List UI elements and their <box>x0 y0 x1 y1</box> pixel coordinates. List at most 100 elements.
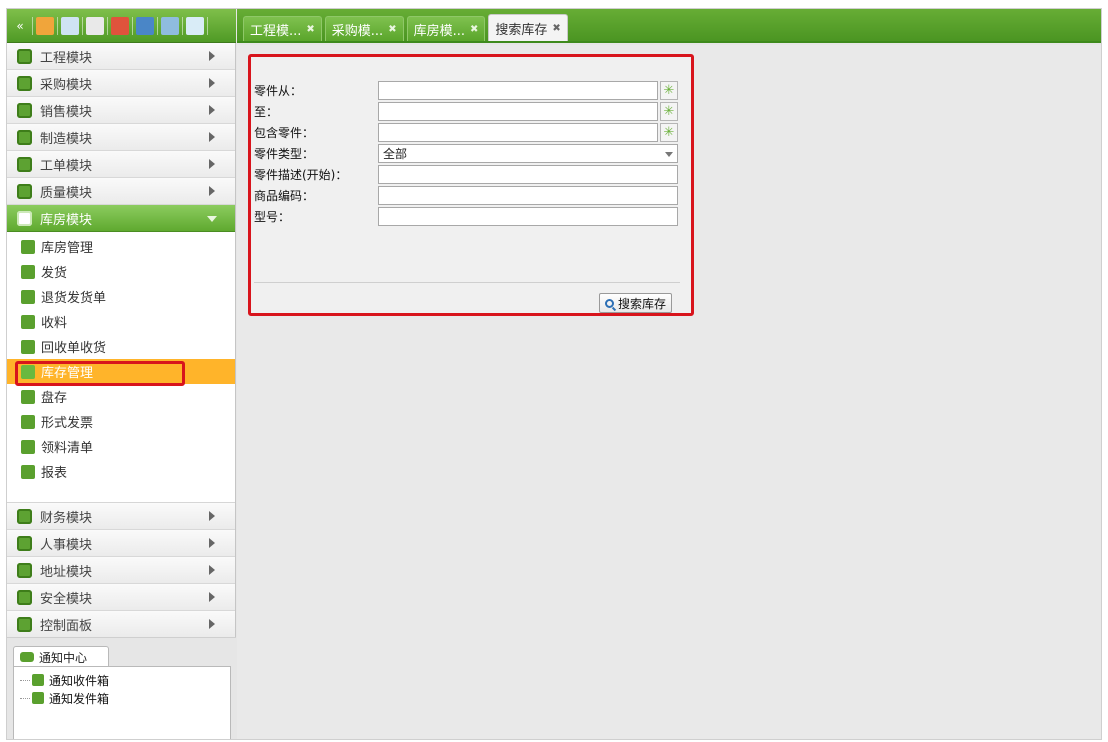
tree-item-inbox[interactable]: 通知收件箱 <box>20 671 224 689</box>
chevron-down-icon <box>665 151 673 157</box>
part-description-input[interactable] <box>378 164 678 184</box>
menu-item-recycle-receiving[interactable]: 回收单收货 <box>7 334 235 359</box>
module-security[interactable]: 安全模块 <box>7 584 235 611</box>
module-purchasing[interactable]: 采购模块 <box>7 70 235 97</box>
module-icon <box>17 102 32 118</box>
toolbar-separator <box>157 16 158 35</box>
tab-label: 工程模... <box>250 23 302 39</box>
app-window: « 工程模... ✖ 采购模... ✖ 库房模... ✖ 搜索库存 ✖ 工程模块… <box>6 8 1102 740</box>
home-icon[interactable] <box>186 16 204 35</box>
tree-item-outbox[interactable]: 通知发件箱 <box>20 689 224 707</box>
return-icon <box>21 289 35 304</box>
module-work-order[interactable]: 工单模块 <box>7 151 235 178</box>
contains-part-input[interactable] <box>378 122 658 142</box>
menu-item-stocktake[interactable]: 盘存 <box>7 384 235 409</box>
part-to-input[interactable] <box>378 101 658 121</box>
menu-item-picking-list[interactable]: 领料清单 <box>7 434 235 459</box>
quick-toolbar: « <box>7 9 236 43</box>
tree-connector <box>20 697 30 699</box>
menu-item-inventory-management[interactable]: 库存管理 <box>7 359 235 384</box>
picker-icon[interactable]: ✳ <box>660 101 678 121</box>
select-value: 全部 <box>383 146 408 161</box>
menu-item-label: 领料清单 <box>41 441 94 456</box>
module-manufacturing[interactable]: 制造模块 <box>7 124 235 151</box>
field-label: 至： <box>254 104 279 119</box>
module-hr[interactable]: 人事模块 <box>7 530 235 557</box>
notification-tree: 通知收件箱 通知发件箱 <box>13 666 231 739</box>
inventory-icon <box>21 364 35 379</box>
model-input[interactable] <box>378 206 678 226</box>
module-sales[interactable]: 销售模块 <box>7 97 235 124</box>
tree-connector <box>20 679 30 681</box>
toolbar-separator <box>107 16 108 35</box>
menu-item-receiving[interactable]: 收料 <box>7 309 235 334</box>
module-control-panel[interactable]: 控制面板 <box>7 611 235 638</box>
close-icon[interactable]: ✖ <box>552 23 560 34</box>
window-icon[interactable] <box>136 16 154 35</box>
shipping-icon <box>21 264 35 279</box>
toolbar-separator <box>207 16 208 35</box>
menu-item-label: 回收单收货 <box>41 341 107 356</box>
module-engineering[interactable]: 工程模块 <box>7 43 235 70</box>
module-quality[interactable]: 质量模块 <box>7 178 235 205</box>
tree-item-label: 通知发件箱 <box>49 691 110 706</box>
document-icon[interactable] <box>86 16 104 35</box>
sidebar: 工程模块 采购模块 销售模块 制造模块 工单模块 质量模块 库房模块 库房管理 … <box>7 43 236 739</box>
search-inventory-form: 零件从： ✳ 至： ✳ 包含零件： ✳ 零件类型： 全部 零件描述(开始)： 商… <box>248 54 694 316</box>
picker-icon[interactable]: ✳ <box>660 122 678 142</box>
menu-item-reports[interactable]: 报表 <box>7 459 235 484</box>
tab-purchasing[interactable]: 采购模... ✖ <box>324 16 404 41</box>
field-part-type: 零件类型： 全部 <box>254 143 678 163</box>
menu-item-label: 盘存 <box>41 391 68 406</box>
menu-item-label: 库存管理 <box>41 366 94 381</box>
chevron-right-icon <box>209 186 215 196</box>
menu-item-label: 收料 <box>41 316 68 331</box>
close-icon[interactable]: ✖ <box>306 24 314 35</box>
mail-icon[interactable] <box>61 16 79 35</box>
tab-notification-center[interactable]: 通知中心 <box>13 646 109 667</box>
document-icon <box>32 674 44 686</box>
chevron-right-icon <box>209 592 215 602</box>
copy-icon[interactable] <box>161 16 179 35</box>
module-icon <box>17 210 32 226</box>
chevron-right-icon <box>209 51 215 61</box>
users-icon[interactable] <box>36 16 54 35</box>
chevron-right-icon <box>209 159 215 169</box>
search-inventory-button[interactable]: 搜索库存 <box>599 293 673 313</box>
module-label: 安全模块 <box>40 591 93 607</box>
tab-search-inventory[interactable]: 搜索库存 ✖ <box>488 14 568 41</box>
chart-icon[interactable] <box>111 16 129 35</box>
module-icon <box>17 562 32 578</box>
field-label: 零件描述(开始)： <box>254 167 348 182</box>
button-label: 搜索库存 <box>618 296 667 311</box>
commodity-code-input[interactable] <box>378 185 678 205</box>
module-icon <box>17 535 32 551</box>
notification-center: 通知中心 通知收件箱 通知发件箱 <box>7 637 236 739</box>
tab-warehouse[interactable]: 库房模... ✖ <box>406 16 486 41</box>
part-from-input[interactable] <box>378 80 658 100</box>
menu-item-shipping[interactable]: 发货 <box>7 259 235 284</box>
part-type-select[interactable]: 全部 <box>378 143 678 163</box>
tab-engineering[interactable]: 工程模... ✖ <box>243 16 322 41</box>
menu-item-proforma-invoice[interactable]: 形式发票 <box>7 409 235 434</box>
module-icon <box>17 589 32 605</box>
tab-bar: 工程模... ✖ 采购模... ✖ 库房模... ✖ 搜索库存 ✖ <box>237 9 1101 43</box>
module-finance[interactable]: 财务模块 <box>7 503 235 530</box>
field-label: 零件从： <box>254 83 303 98</box>
menu-item-warehouse-management[interactable]: 库房管理 <box>7 234 235 259</box>
close-icon[interactable]: ✖ <box>388 24 396 35</box>
picker-icon[interactable]: ✳ <box>660 80 678 100</box>
menu-item-label: 发货 <box>41 266 68 281</box>
module-icon <box>17 129 32 145</box>
search-icon <box>605 298 614 308</box>
menu-item-return-shipping[interactable]: 退货发货单 <box>7 284 235 309</box>
close-icon[interactable]: ✖ <box>470 24 478 35</box>
stocktake-icon <box>21 389 35 404</box>
tab-label: 通知中心 <box>39 650 88 665</box>
collapse-icon[interactable]: « <box>11 17 29 35</box>
module-warehouse[interactable]: 库房模块 <box>7 205 235 232</box>
menu-item-label: 报表 <box>41 466 68 481</box>
tab-label: 采购模... <box>331 23 384 39</box>
module-address[interactable]: 地址模块 <box>7 557 235 584</box>
module-label: 工单模块 <box>40 158 93 174</box>
